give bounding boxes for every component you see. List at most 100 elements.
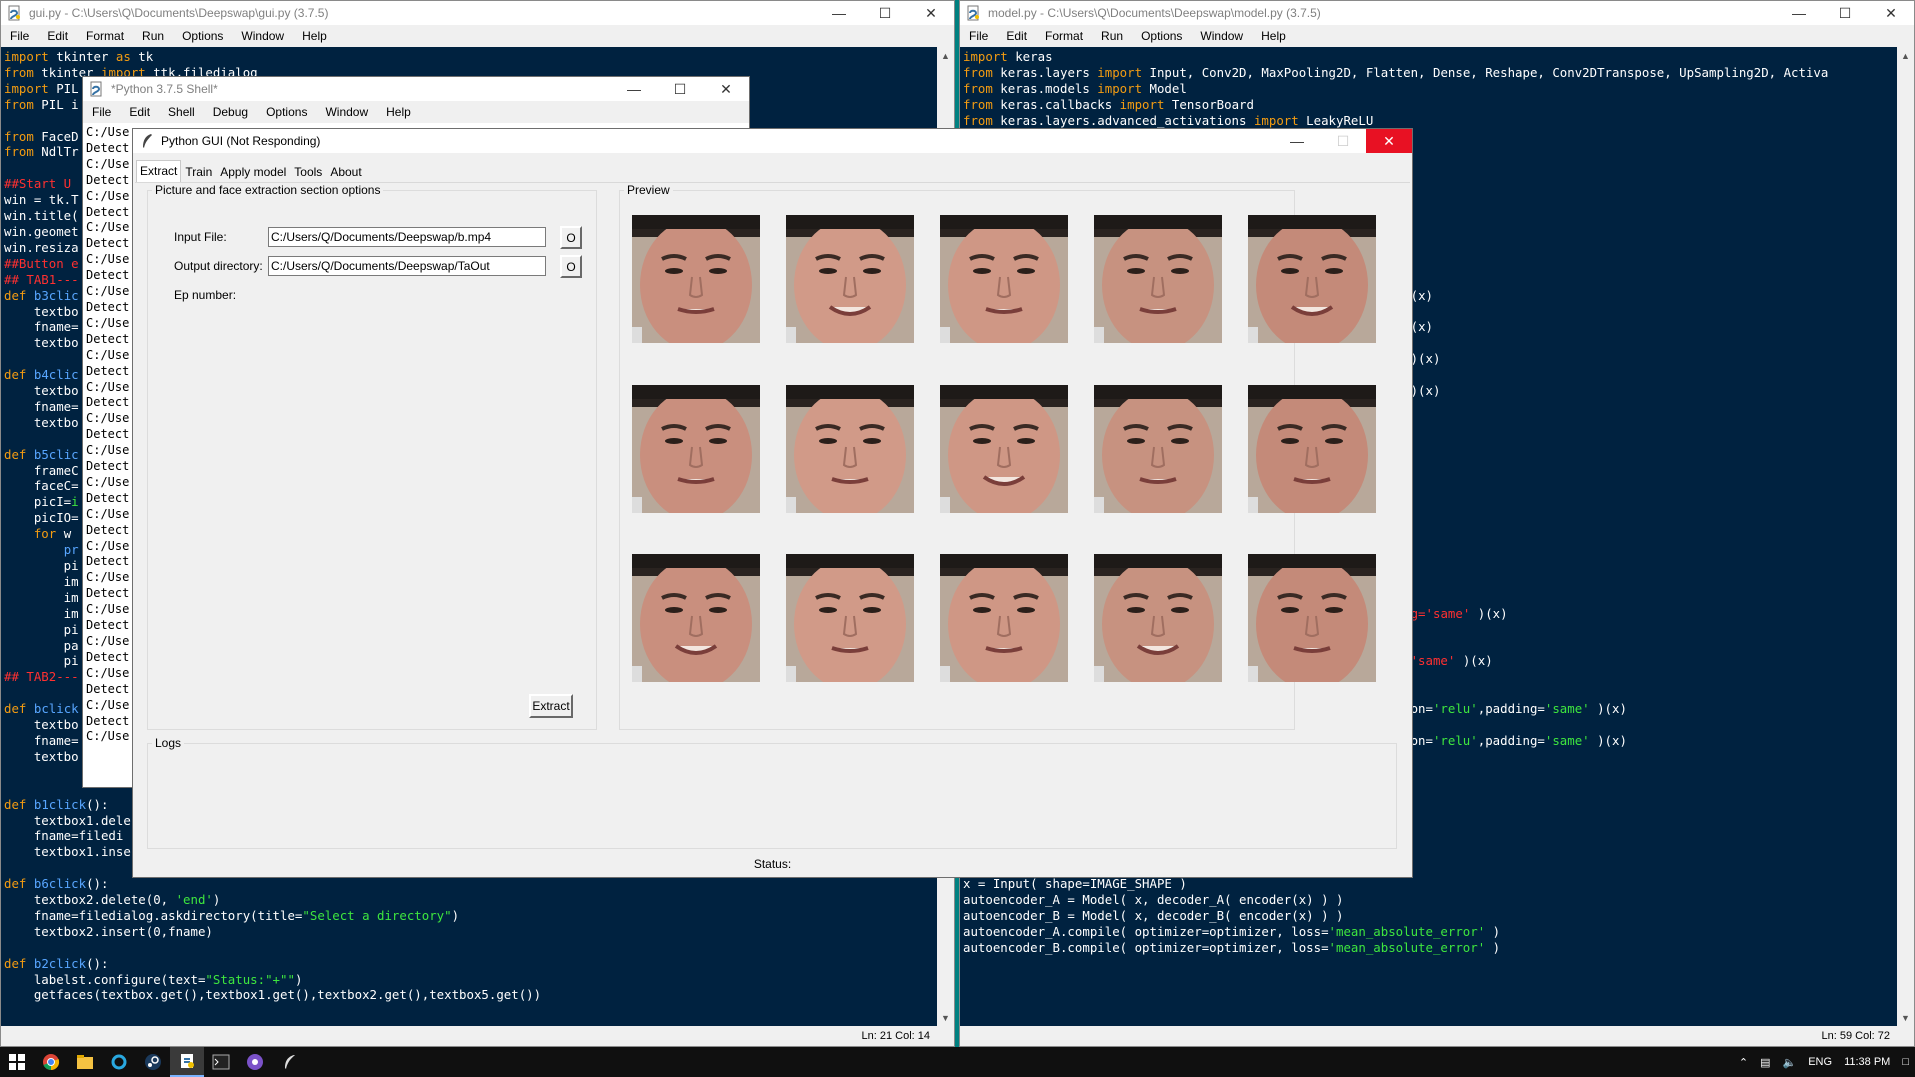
preview-face-thumbnail — [786, 554, 914, 682]
close-icon[interactable]: ✕ — [908, 1, 954, 25]
idle-taskbar-icon[interactable] — [170, 1047, 204, 1077]
model-editor-menubar: File Edit Format Run Options Window Help — [960, 25, 1914, 47]
shell-title: *Python 3.7.5 Shell* — [111, 82, 218, 96]
gui-editor-title: gui.py - C:\Users\Q\Documents\Deepswap\g… — [29, 6, 329, 20]
minimize-icon[interactable]: — — [611, 77, 657, 101]
menu-run[interactable]: Run — [133, 29, 173, 43]
python-gui-window: Python GUI (Not Responding) — ☐ ✕ Extract … — [132, 128, 1413, 878]
tab-apply-model[interactable]: Apply model — [216, 162, 290, 182]
preview-face-thumbnail — [786, 385, 914, 513]
input-file-field[interactable]: C:/Users/Q/Documents/Deepswap/b.mp4 — [268, 227, 546, 247]
menu-debug[interactable]: Debug — [204, 105, 257, 119]
preview-face-thumbnail — [632, 215, 760, 343]
menu-file[interactable]: File — [960, 29, 997, 43]
menu-edit[interactable]: Edit — [38, 29, 77, 43]
menu-edit[interactable]: Edit — [997, 29, 1036, 43]
preview-face-thumbnail — [1094, 385, 1222, 513]
scroll-up-icon[interactable]: ▲ — [1897, 47, 1914, 64]
model-editor-titlebar[interactable]: model.py - C:\Users\Q\Documents\Deepswap… — [960, 1, 1914, 25]
steam-icon — [145, 1054, 161, 1070]
close-icon[interactable]: ✕ — [1366, 129, 1412, 153]
menu-file[interactable]: File — [83, 105, 120, 119]
tab-tools[interactable]: Tools — [290, 162, 326, 182]
menu-window[interactable]: Window — [1191, 29, 1252, 43]
gui-title: Python GUI (Not Responding) — [161, 134, 321, 148]
model-editor-status: Ln: 59 Col: 72 — [960, 1026, 1914, 1046]
steam-taskbar-icon[interactable] — [136, 1047, 170, 1077]
feather-icon — [143, 134, 152, 148]
menu-edit[interactable]: Edit — [120, 105, 159, 119]
volume-icon[interactable]: 🔈 — [1777, 1056, 1803, 1069]
gui-tabs: Extract Train Apply model Tools About — [136, 160, 366, 182]
terminal-icon — [212, 1054, 230, 1070]
maximize-icon[interactable]: ☐ — [1822, 1, 1868, 25]
output-directory-label: Output directory: — [174, 259, 263, 273]
menu-help[interactable]: Help — [377, 105, 420, 119]
menu-window[interactable]: Window — [316, 105, 377, 119]
gui-editor-titlebar[interactable]: gui.py - C:\Users\Q\Documents\Deepswap\g… — [1, 1, 954, 25]
menu-help[interactable]: Help — [293, 29, 336, 43]
tab-train[interactable]: Train — [181, 162, 216, 182]
minimize-icon[interactable]: — — [816, 1, 862, 25]
media-taskbar-icon[interactable] — [238, 1047, 272, 1077]
output-directory-field[interactable]: C:/Users/Q/Documents/Deepswap/TaOut — [268, 256, 546, 276]
browse-output-button[interactable]: O — [560, 255, 582, 278]
tkinter-taskbar-icon[interactable] — [272, 1047, 306, 1077]
terminal-taskbar-icon[interactable] — [204, 1047, 238, 1077]
ep-number-label: Ep number: — [174, 288, 237, 302]
menu-format[interactable]: Format — [77, 29, 133, 43]
scroll-up-icon[interactable]: ▲ — [937, 47, 954, 64]
browse-input-button[interactable]: O — [560, 226, 582, 249]
minimize-icon[interactable]: — — [1274, 129, 1320, 153]
tab-extract[interactable]: Extract — [136, 160, 182, 182]
preview-face-thumbnail — [1248, 385, 1376, 513]
menu-options[interactable]: Options — [173, 29, 232, 43]
scroll-down-icon[interactable]: ▼ — [1897, 1009, 1914, 1026]
preview-title: Preview — [627, 183, 670, 197]
menu-file[interactable]: File — [1, 29, 38, 43]
menu-options[interactable]: Options — [1132, 29, 1191, 43]
network-icon[interactable]: ▤ — [1754, 1056, 1776, 1069]
logs-title: Logs — [155, 736, 182, 750]
menu-help[interactable]: Help — [1252, 29, 1295, 43]
menu-options[interactable]: Options — [257, 105, 316, 119]
scroll-down-icon[interactable]: ▼ — [937, 1009, 954, 1026]
app-taskbar-icon[interactable] — [102, 1047, 136, 1077]
folder-icon — [77, 1055, 93, 1069]
menu-run[interactable]: Run — [1092, 29, 1132, 43]
preview-face-thumbnail — [1248, 554, 1376, 682]
gui-titlebar[interactable]: Python GUI (Not Responding) — [133, 129, 1412, 153]
taskbar: ⌃ ▤ 🔈 ENG 11:38 PM □ — [0, 1047, 1915, 1077]
model-editor-scrollbar[interactable]: ▲ ▼ — [1897, 47, 1914, 1026]
start-button[interactable] — [0, 1047, 34, 1077]
model-editor-title: model.py - C:\Users\Q\Documents\Deepswap… — [988, 6, 1321, 20]
maximize-icon[interactable]: ☐ — [862, 1, 908, 25]
system-tray: ⌃ ▤ 🔈 ENG 11:38 PM □ — [1733, 1047, 1915, 1077]
refresh-icon — [111, 1054, 127, 1070]
close-icon[interactable]: ✕ — [1868, 1, 1914, 25]
explorer-taskbar-icon[interactable] — [68, 1047, 102, 1077]
extract-button[interactable]: Extract — [529, 694, 573, 718]
notification-icon[interactable]: □ — [1896, 1056, 1915, 1068]
menu-format[interactable]: Format — [1036, 29, 1092, 43]
idle-icon — [181, 1054, 194, 1068]
maximize-icon[interactable]: ☐ — [657, 77, 703, 101]
tab-about[interactable]: About — [326, 162, 365, 182]
shell-output[interactable]: C:/Use Detect C:/Use Detect C:/Use Detec… — [83, 123, 133, 787]
preview-face-thumbnail — [786, 215, 914, 343]
language-indicator[interactable]: ENG — [1802, 1056, 1838, 1068]
preview-face-thumbnail — [632, 554, 760, 682]
menu-shell[interactable]: Shell — [159, 105, 204, 119]
preview-face-thumbnail — [940, 385, 1068, 513]
gui-editor-menubar: File Edit Format Run Options Window Help — [1, 25, 954, 47]
minimize-icon[interactable]: — — [1776, 1, 1822, 25]
clock[interactable]: 11:38 PM — [1838, 1056, 1896, 1068]
menu-window[interactable]: Window — [232, 29, 293, 43]
chevron-up-icon[interactable]: ⌃ — [1733, 1056, 1754, 1069]
feather-icon — [285, 1055, 295, 1069]
python-file-icon — [967, 5, 979, 21]
preview-face-thumbnail — [1248, 215, 1376, 343]
close-icon[interactable]: ✕ — [703, 77, 749, 101]
maximize-icon[interactable]: ☐ — [1320, 129, 1366, 153]
chrome-taskbar-icon[interactable] — [34, 1047, 68, 1077]
